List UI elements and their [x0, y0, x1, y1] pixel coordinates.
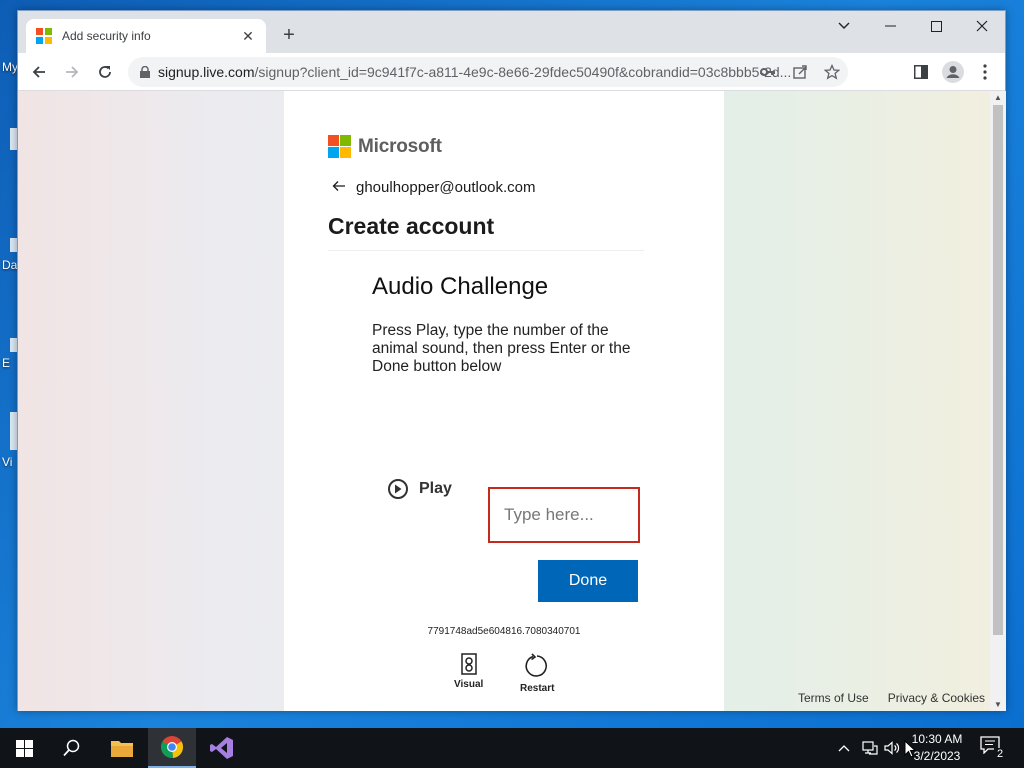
- play-button[interactable]: Play: [388, 479, 452, 499]
- visual-label: Visual: [454, 679, 484, 690]
- start-button[interactable]: [0, 728, 48, 768]
- mouse-cursor-icon: [904, 739, 917, 763]
- windows-logo-icon: [15, 739, 33, 757]
- desktop-icon-label[interactable]: E: [2, 356, 10, 370]
- answer-input[interactable]: [488, 487, 640, 543]
- lock-icon[interactable]: [140, 66, 150, 78]
- action-center-icon[interactable]: 2: [980, 736, 1006, 760]
- url-text[interactable]: signup.live.com/signup?client_id=9c941f7…: [158, 64, 798, 80]
- search-icon[interactable]: [48, 728, 96, 768]
- desktop-icon-label[interactable]: Da: [2, 258, 17, 272]
- share-icon[interactable]: [784, 64, 816, 80]
- close-tab-icon[interactable]: ✕: [240, 28, 256, 45]
- taskbar: 10:30 AM 3/2/2023 2: [0, 728, 1024, 768]
- tab-title: Add security info: [62, 29, 151, 43]
- scroll-up-icon[interactable]: ▲: [994, 93, 1002, 102]
- tab-add-security-info[interactable]: Add security info ✕: [26, 19, 266, 53]
- network-icon[interactable]: [862, 728, 880, 768]
- chrome-icon[interactable]: [148, 728, 196, 768]
- page-title: Create account: [328, 213, 495, 239]
- tab-search-icon[interactable]: [821, 11, 867, 41]
- signup-card: Microsoft ghoulhopper@outlook.com Create…: [284, 91, 724, 711]
- visual-button[interactable]: Visual: [454, 653, 483, 690]
- desktop-icon-label[interactable]: My: [2, 60, 18, 74]
- restart-button[interactable]: Restart: [520, 653, 554, 694]
- identity-banner: ghoulhopper@outlook.com: [332, 179, 536, 196]
- side-panel-icon[interactable]: [908, 59, 934, 85]
- privacy-link[interactable]: Privacy & Cookies: [888, 691, 985, 705]
- scroll-down-icon[interactable]: ▼: [994, 700, 1002, 709]
- notification-count: 2: [994, 748, 1006, 760]
- browser-menu-icon[interactable]: [972, 59, 998, 85]
- visual-icon: [460, 653, 477, 675]
- browser-toolbar: signup.live.com/signup?client_id=9c941f7…: [18, 53, 1005, 91]
- forward-icon[interactable]: [59, 59, 85, 85]
- divider: [328, 250, 644, 251]
- account-email: ghoulhopper@outlook.com: [356, 179, 536, 196]
- footer-links: Terms of Use Privacy & Cookies: [798, 691, 985, 705]
- key-icon[interactable]: [752, 67, 784, 77]
- challenge-instructions: Press Play, type the number of the anima…: [372, 322, 631, 375]
- address-bar[interactable]: signup.live.com/signup?client_id=9c941f7…: [128, 57, 848, 87]
- volume-icon[interactable]: [884, 728, 902, 768]
- scrollbar-thumb[interactable]: [993, 105, 1003, 635]
- challenge-title: Audio Challenge: [372, 273, 549, 300]
- browser-window: Add security info ✕ + signup.live.com/si…: [17, 10, 1006, 711]
- play-label: Play: [419, 480, 452, 497]
- back-arrow-icon[interactable]: [332, 179, 346, 196]
- brand-name: Microsoft: [358, 135, 442, 157]
- restart-label: Restart: [520, 683, 555, 694]
- tray-overflow-icon[interactable]: [838, 728, 854, 768]
- restart-icon: [525, 653, 548, 677]
- desktop-icon-label[interactable]: Vi: [2, 455, 12, 469]
- reload-icon[interactable]: [92, 59, 118, 85]
- terms-link[interactable]: Terms of Use: [798, 691, 869, 705]
- maximize-icon[interactable]: [913, 11, 959, 41]
- visual-studio-icon[interactable]: [198, 728, 246, 768]
- bookmark-star-icon[interactable]: [816, 64, 848, 80]
- microsoft-logo-icon: [328, 135, 351, 158]
- file-explorer-icon[interactable]: [98, 728, 146, 768]
- done-button[interactable]: Done: [538, 560, 638, 602]
- microsoft-logo: Microsoft: [328, 135, 442, 158]
- new-tab-icon[interactable]: +: [278, 25, 300, 47]
- page-content: Microsoft ghoulhopper@outlook.com Create…: [18, 91, 990, 711]
- play-icon: [388, 479, 408, 499]
- vertical-scrollbar[interactable]: ▲ ▼: [990, 91, 1006, 711]
- minimize-icon[interactable]: [867, 11, 913, 41]
- session-id: 7791748ad5e604816.7080340701: [427, 626, 581, 637]
- back-icon[interactable]: [26, 59, 52, 85]
- microsoft-favicon-icon: [36, 28, 52, 44]
- tab-strip: Add security info ✕ +: [18, 11, 1005, 53]
- close-window-icon[interactable]: [959, 11, 1005, 41]
- profile-avatar-icon[interactable]: [940, 59, 966, 85]
